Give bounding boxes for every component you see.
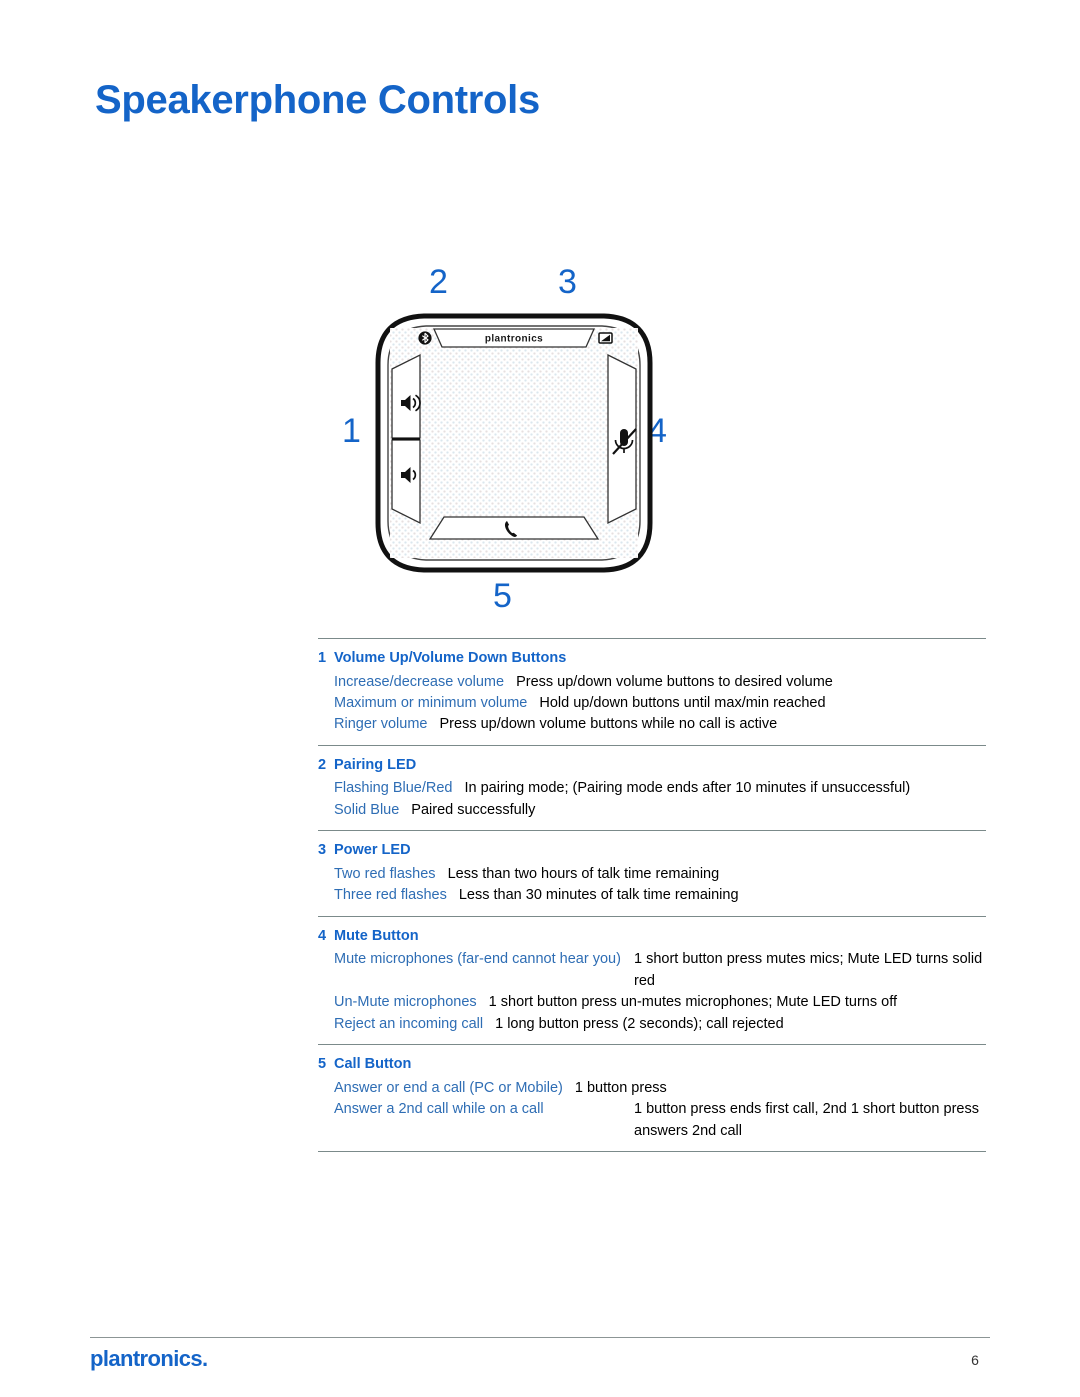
- spec-row-label: Three red flashes: [334, 887, 447, 904]
- spec-section-title: Mute Button: [334, 927, 419, 944]
- spec-row-description: Paired successfully: [411, 801, 536, 818]
- plantronics-logo: plantronics.: [90, 1346, 208, 1371]
- callout-number-3: 3: [558, 263, 577, 301]
- spec-section: 4 Mute Button Mute microphones (far-end ca…: [318, 917, 986, 1044]
- callout-number-2: 2: [429, 263, 448, 301]
- spec-row: Solid Blue Paired successfully: [318, 800, 986, 821]
- spec-row-label: Maximum or minimum volume: [334, 695, 528, 712]
- spec-section-header: 4 Mute Button: [318, 927, 986, 947]
- spec-row: Un-Mute microphones 1 short button press …: [318, 992, 986, 1013]
- spec-row-description: Hold up/down buttons until max/min reach…: [539, 695, 826, 712]
- spec-row-description: Press up/down volume buttons while no ca…: [439, 716, 778, 733]
- spec-section-number: 2: [318, 756, 327, 773]
- spec-section-number: 3: [318, 842, 327, 859]
- spec-section-header: 2 Pairing LED: [318, 756, 986, 776]
- spec-row: Reject an incoming call 1 long button pre…: [318, 1014, 986, 1035]
- spec-section: 1 Volume Up/Volume Down Buttons Increase/d…: [318, 639, 986, 745]
- spec-row-description: 1 button press: [574, 1079, 667, 1096]
- spec-row-label: Answer a 2nd call while on a call: [334, 1101, 544, 1118]
- spec-row-description: 1 short button press un-mutes microphone…: [488, 994, 898, 1011]
- spec-row: Flashing Blue/Red In pairing mode; (Pairi…: [318, 778, 986, 799]
- spec-section-title: Volume Up/Volume Down Buttons: [334, 650, 567, 666]
- spec-row-label: Mute microphones (far-end cannot hear yo…: [334, 951, 621, 968]
- spec-row-label: Flashing Blue/Red: [334, 780, 453, 797]
- spec-section: 2 Pairing LED Flashing Blue/Red In pairing …: [318, 746, 986, 830]
- callout-number-5: 5: [493, 577, 512, 615]
- volume-down-button[interactable]: [391, 439, 421, 525]
- spec-row-description: In pairing mode; (Pairing mode ends afte…: [464, 780, 911, 797]
- spec-row-label: Ringer volume: [334, 716, 428, 733]
- power-battery-icon: [598, 332, 613, 344]
- spec-row: Two red flashes Less than two hours of ta…: [318, 864, 986, 885]
- bluetooth-icon: [418, 331, 432, 345]
- spec-row-description: 1 long button press (2 seconds); call re…: [495, 1015, 784, 1032]
- spec-section-number: 4: [318, 927, 327, 944]
- device-brand-label: plantronics: [485, 334, 543, 345]
- spec-row-label: Un-Mute microphones: [334, 994, 477, 1011]
- spec-row: Mute microphones (far-end cannot hear yo…: [318, 949, 986, 992]
- speakerphone-device-illustration: plantronics: [375, 313, 653, 573]
- spec-section-header: 3 Power LED: [318, 841, 986, 861]
- spec-section-title: Pairing LED: [334, 756, 417, 773]
- spec-section-number: 5: [318, 1056, 327, 1073]
- spec-row-label: Two red flashes: [334, 865, 436, 882]
- spec-section-header: 5 Call Button: [318, 1055, 986, 1075]
- spec-row: Answer or end a call (PC or Mobile) 1 but…: [318, 1078, 986, 1099]
- spec-row-description: 1 short button press mutes mics; Mute LE…: [634, 951, 983, 989]
- spec-row-label: Reject an incoming call: [334, 1015, 484, 1032]
- speakerphone-diagram: 1 2 3 4 5 plantronics: [330, 252, 700, 622]
- spec-row-description: Less than two hours of talk time remaini…: [447, 865, 720, 882]
- spec-row: Increase/decrease volume Press up/down vo…: [318, 672, 986, 693]
- spec-row-label: Increase/decrease volume: [334, 673, 505, 690]
- spec-row-description: 1 button press ends first call, 2nd 1 sh…: [634, 1101, 979, 1139]
- spec-row-label: Answer or end a call (PC or Mobile): [334, 1079, 563, 1096]
- spec-row: Maximum or minimum volume Hold up/down bu…: [318, 693, 986, 714]
- spec-row: Three red flashes Less than 30 minutes of…: [318, 885, 986, 906]
- volume-up-button[interactable]: [391, 353, 421, 439]
- callout-number-1: 1: [342, 412, 361, 450]
- spec-section: 3 Power LED Two red flashes Less than two h…: [318, 831, 986, 915]
- spec-section-title: Power LED: [334, 842, 411, 859]
- spec-section: 5 Call Button Answer or end a call (PC or …: [318, 1045, 986, 1151]
- spec-section-title: Call Button: [334, 1056, 412, 1073]
- spec-row-description: Press up/down volume buttons to desired …: [516, 673, 833, 690]
- controls-spec-table: 1 Volume Up/Volume Down Buttons Increase/d…: [318, 638, 986, 1153]
- spec-row-label: Solid Blue: [334, 801, 400, 818]
- page-number: 6: [971, 1352, 979, 1368]
- spec-section-number: 1: [318, 650, 327, 666]
- page-title: Speakerphone Controls: [95, 78, 540, 122]
- spec-row: Ringer volume Press up/down volume button…: [318, 714, 986, 735]
- spec-row: Answer a 2nd call while on a call 1 butto…: [318, 1099, 986, 1142]
- spec-section-rule: [318, 1151, 986, 1153]
- spec-section-header: 1 Volume Up/Volume Down Buttons: [318, 649, 986, 669]
- spec-row-description: Less than 30 minutes of talk time remain…: [458, 887, 739, 904]
- footer-divider: [90, 1337, 990, 1338]
